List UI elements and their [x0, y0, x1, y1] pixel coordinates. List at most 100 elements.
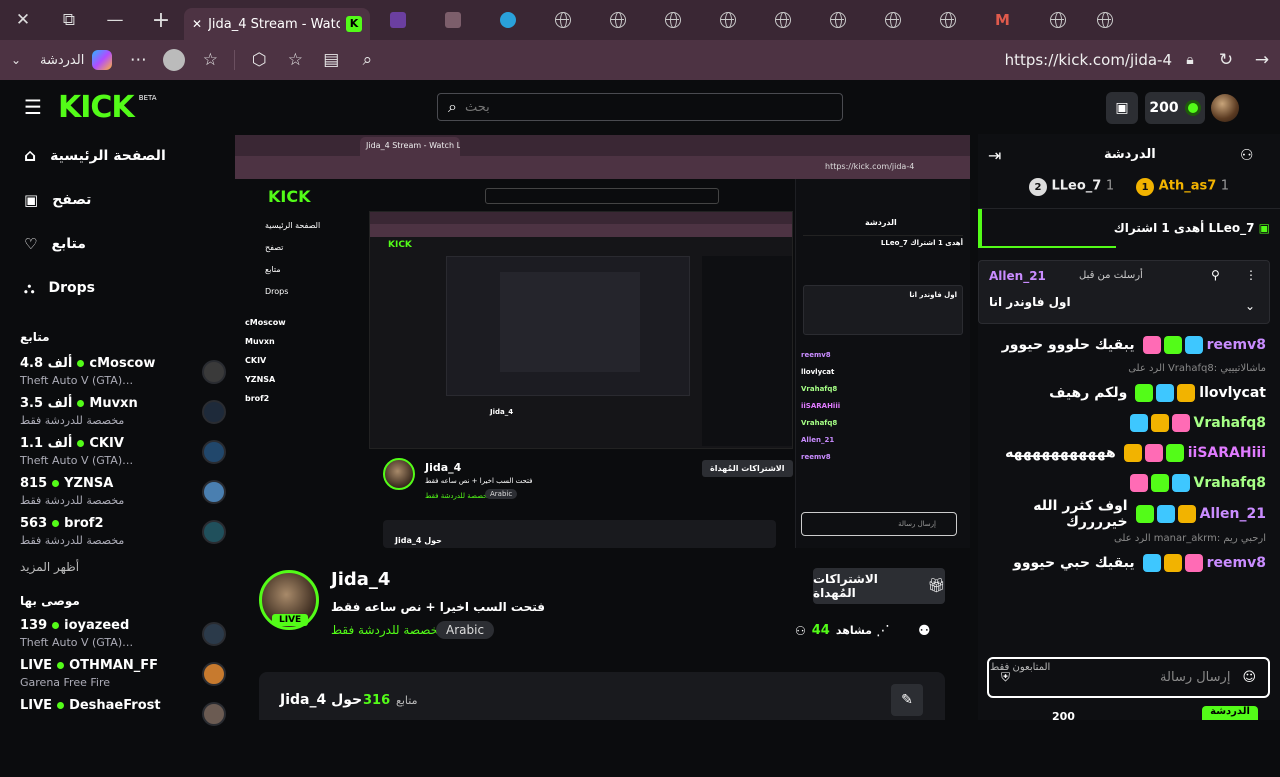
- tab-web-3[interactable]: [645, 0, 700, 40]
- viewer-count: LIVE: [20, 698, 53, 713]
- pinned-message[interactable]: ⋮ ⚲ Allen_21 أرسلت من قبل اول فاوندر انا…: [978, 260, 1270, 324]
- leader-1[interactable]: 1 Ath_as7 1: [1136, 178, 1229, 200]
- chat-message[interactable]: يبقيك حبي حيووو reemv8: [978, 548, 1280, 578]
- tab-web-9[interactable]: [1030, 0, 1085, 40]
- chat-input[interactable]: ⛨ إرسال رسالة ☺: [987, 657, 1270, 698]
- video-following-item: brof2: [245, 394, 270, 403]
- extensions-icon[interactable]: ⬡: [241, 40, 277, 80]
- sidebar-channel-brof2[interactable]: 563 brof2 مخصصة للدردشة فقط: [0, 516, 230, 556]
- sidebar-channel-othman_ff[interactable]: LIVE OTHMAN_FF Garena Free Fire: [0, 658, 230, 698]
- gift-banner[interactable]: ▣ LLeo_7 أهدى 1 اشتراك: [978, 208, 1280, 248]
- sidebar-channel-deshaefrost[interactable]: LIVE DeshaeFrost: [0, 698, 230, 738]
- chevron-down-icon[interactable]: ⌄: [0, 40, 32, 80]
- share-icon[interactable]: ⋰: [876, 623, 890, 639]
- add-favorite-icon[interactable]: ☆: [277, 40, 313, 80]
- tab-web-10[interactable]: [1085, 0, 1125, 40]
- more-icon[interactable]: ⋯: [120, 40, 156, 80]
- channel-line: LIVE OTHMAN_FF: [20, 658, 158, 673]
- tab-telegram[interactable]: [480, 0, 535, 40]
- search-box[interactable]: ⌕: [437, 93, 843, 121]
- search-web-icon[interactable]: ⌕: [349, 40, 385, 80]
- chat-message[interactable]: اوف كثرر الله خيررررك Allen_21: [978, 498, 1280, 530]
- points-button[interactable]: 200: [1145, 92, 1205, 124]
- nav-browse[interactable]: ▣ تصفح: [0, 178, 230, 222]
- leader-2[interactable]: 2 LLeo_7 1: [1028, 178, 1114, 200]
- tab-web-7[interactable]: [865, 0, 920, 40]
- chat-username[interactable]: Vrahafq8: [1194, 475, 1266, 491]
- chat-message[interactable]: ولكم رهيف llovlycat: [978, 378, 1280, 408]
- sidebar-channel-ioyazeed[interactable]: 139 ioyazeed Theft Auto V (GTA)…: [0, 618, 230, 658]
- lock-icon[interactable]: 🔒︎: [1172, 40, 1208, 80]
- video-player[interactable]: Jida_4 Stream - Watch Live https://kick.…: [235, 135, 970, 548]
- gifted-subs-button[interactable]: الاشتراكات المُهداة 🎁︎: [813, 568, 945, 604]
- gmail-favicon-icon: M: [995, 11, 1010, 29]
- reading-view-icon[interactable]: ▤: [313, 40, 349, 80]
- tab-web-8[interactable]: [920, 0, 975, 40]
- chat-message[interactable]: Vrahafq8: [978, 408, 1280, 438]
- chat-message[interactable]: يبقيك حلووو حيوور reemv8: [978, 330, 1280, 360]
- show-more-link[interactable]: أظهر المزيد: [0, 560, 230, 574]
- chat-username[interactable]: reemv8: [1207, 337, 1266, 353]
- stream-category[interactable]: مخصصة للدردشة فقط: [331, 623, 445, 637]
- minimize-window-icon[interactable]: —: [92, 0, 138, 40]
- tab-web-1[interactable]: [535, 0, 590, 40]
- sidebar-channel-cmoscow[interactable]: 4.8 ألف cMoscow Theft Auto V (GTA)…: [0, 356, 230, 396]
- close-tab-icon[interactable]: ✕: [192, 17, 202, 31]
- tab-image[interactable]: [425, 0, 480, 40]
- close-window-icon[interactable]: ✕: [0, 0, 46, 40]
- tab-web-5[interactable]: [755, 0, 810, 40]
- channel-info: 3.5 ألف Muvxn مخصصة للدردشة فقط: [20, 396, 138, 427]
- language-tag[interactable]: Arabic: [436, 621, 495, 639]
- nav-home[interactable]: ⌂ الصفحة الرئيسية: [0, 134, 230, 178]
- tab-twitch[interactable]: [370, 0, 425, 40]
- chat-message[interactable]: Vrahafq8: [978, 468, 1280, 498]
- chat-send-button[interactable]: الدردشة: [1202, 706, 1258, 720]
- viewer-count: 563: [20, 516, 48, 531]
- search-input[interactable]: [464, 99, 805, 115]
- sidebar-channel-muvxn[interactable]: 3.5 ألف Muvxn مخصصة للدردشة فقط: [0, 396, 230, 436]
- sidebar-channel-yznsa[interactable]: 815 YZNSA مخصصة للدردشة فقط: [0, 476, 230, 516]
- dashboard-icon[interactable]: ▣: [1106, 92, 1138, 124]
- chat-username[interactable]: Vrahafq8: [1194, 415, 1266, 431]
- kick-logo[interactable]: KICK BETA: [58, 90, 157, 125]
- nav-drops[interactable]: ⛬ Drops: [0, 266, 230, 310]
- tab-web-6[interactable]: [810, 0, 865, 40]
- tab-gmail[interactable]: M: [975, 0, 1030, 40]
- chat-message[interactable]: هههههههههههه iiSARAHiii: [978, 438, 1280, 468]
- tab-title: Jida_4 Stream - Watch Live: [208, 16, 340, 32]
- channel-category: Garena Free Fire: [20, 676, 110, 689]
- globe-icon: [554, 12, 571, 28]
- chat-badges: [1142, 336, 1203, 354]
- pinned-user[interactable]: Allen_21: [989, 269, 1046, 283]
- chat-input-box[interactable]: [987, 737, 1270, 777]
- chat-username[interactable]: llovlycat: [1199, 385, 1266, 401]
- chat-username[interactable]: iiSARAHiii: [1188, 445, 1266, 461]
- channel-name[interactable]: Jida_4: [331, 569, 390, 590]
- sidebar-channel-ckiv[interactable]: 1.1 ألف CKIV Theft Auto V (GTA)…: [0, 436, 230, 476]
- forward-icon[interactable]: →: [1244, 40, 1280, 80]
- user-avatar[interactable]: [1211, 94, 1239, 122]
- chevron-down-icon[interactable]: ⌄: [1245, 299, 1255, 313]
- restore-window-icon[interactable]: ⧉: [46, 0, 92, 40]
- chat-username[interactable]: Allen_21: [1200, 506, 1266, 522]
- favorites-icon[interactable]: ☆: [192, 40, 228, 80]
- chat-badges: [1135, 505, 1196, 523]
- menu-icon[interactable]: ☰: [22, 95, 44, 119]
- new-tab-icon[interactable]: +: [138, 0, 184, 40]
- follow-user-icon[interactable]: ⚉: [918, 623, 931, 639]
- tab-web-4[interactable]: [700, 0, 755, 40]
- tab-web-2[interactable]: [590, 0, 645, 40]
- chat-users-icon[interactable]: ⚇: [1240, 146, 1253, 164]
- tab-active[interactable]: ✕ Jida_4 Stream - Watch Live K: [184, 8, 370, 40]
- emoji-icon[interactable]: ☺: [1242, 670, 1256, 685]
- chat-username[interactable]: reemv8: [1207, 555, 1266, 571]
- profile-avatar-icon[interactable]: [156, 40, 192, 80]
- url-text[interactable]: https://kick.com/jida-4: [1005, 51, 1172, 69]
- leader-name: Ath_as7: [1158, 178, 1217, 194]
- collapse-chat-icon[interactable]: ⇥: [988, 146, 1001, 165]
- edit-icon[interactable]: ✎: [891, 684, 923, 716]
- chat-copilot-button[interactable]: الدردشة: [32, 40, 120, 80]
- refresh-icon[interactable]: ↻: [1208, 40, 1244, 80]
- nav-following[interactable]: ♡ متابع: [0, 222, 230, 266]
- more-options-icon[interactable]: ⋮: [1245, 268, 1257, 282]
